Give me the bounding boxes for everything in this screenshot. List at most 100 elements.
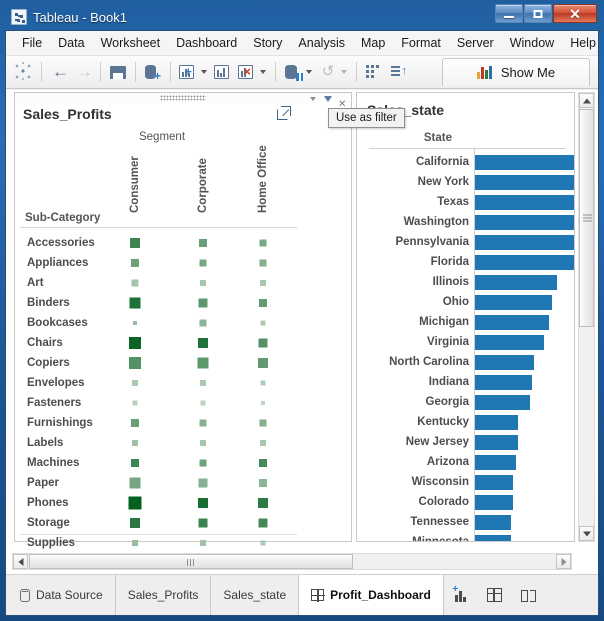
clear-sheet-icon[interactable]: × [235,60,259,84]
show-me-button[interactable]: Show Me [442,58,590,86]
heatmap-mark[interactable] [260,280,266,286]
sort-ascending-icon[interactable]: ↑ [386,60,410,84]
bar-mark[interactable] [475,335,544,350]
bar-mark[interactable] [475,155,575,170]
bar-mark[interactable] [475,295,552,310]
heatmap-mark[interactable] [129,497,142,510]
heatmap-mark[interactable] [260,420,267,427]
new-story-button[interactable] [512,575,546,615]
tab-data-source[interactable]: Data Source [6,575,116,615]
menu-server[interactable]: Server [449,33,502,53]
heatmap-mark[interactable] [259,339,268,348]
heatmap-mark[interactable] [133,401,138,406]
heatmap-mark[interactable] [130,238,140,248]
vertical-scrollbar-thumb[interactable] [579,109,594,327]
pause-updates-icon[interactable] [281,60,305,84]
bar-mark[interactable] [475,355,534,370]
heatmap-mark[interactable] [132,380,138,386]
horizontal-scrollbar[interactable] [12,553,572,570]
bar-mark[interactable] [475,455,516,470]
bar-mark[interactable] [475,315,549,330]
heatmap-mark[interactable] [261,541,266,546]
new-worksheet-icon[interactable]: + [176,60,200,84]
heatmap-mark[interactable] [261,321,266,326]
bar-mark[interactable] [475,195,575,210]
heatmap-mark[interactable] [131,259,139,267]
vertical-scrollbar[interactable] [578,92,595,542]
menu-format[interactable]: Format [393,33,449,53]
bar-mark[interactable] [475,515,511,530]
bar-mark[interactable] [475,215,575,230]
menu-window[interactable]: Window [502,33,562,53]
heatmap-mark[interactable] [131,419,139,427]
new-data-source-icon[interactable]: + [141,60,165,84]
heatmap-mark[interactable] [132,440,138,446]
heatmap-mark[interactable] [198,338,208,348]
heatmap-mark[interactable] [130,478,141,489]
bar-mark[interactable] [475,435,518,450]
bar-mark[interactable] [475,495,513,510]
heatmap-mark[interactable] [131,459,139,467]
menu-worksheet[interactable]: Worksheet [93,33,169,53]
heatmap-mark[interactable] [130,298,141,309]
heatmap-mark[interactable] [198,498,208,508]
clear-sheet-dropdown-icon[interactable] [260,70,266,74]
close-icon[interactable]: ✕ [338,94,349,104]
menu-story[interactable]: Story [245,33,290,53]
scroll-down-arrow[interactable] [579,526,594,541]
new-worksheet-button[interactable]: + [444,575,478,615]
heatmap-mark[interactable] [201,401,206,406]
heatmap-mark[interactable] [200,380,206,386]
bar-mark[interactable] [475,175,575,190]
menu-analysis[interactable]: Analysis [290,33,353,53]
swap-rows-columns-icon[interactable] [362,60,386,84]
heatmap-mark[interactable] [200,540,206,546]
heatmap-mark[interactable] [200,260,207,267]
tab-sales-profits[interactable]: Sales_Profits [116,575,212,615]
heatmap-mark[interactable] [200,440,206,446]
scroll-left-arrow[interactable] [13,554,28,569]
tab-profit-dashboard[interactable]: Profit_Dashboard [299,575,444,615]
menu-map[interactable]: Map [353,33,393,53]
chevron-down-icon[interactable] [308,94,319,104]
back-arrow-icon[interactable]: ← [47,60,71,84]
heatmap-mark[interactable] [129,337,141,349]
bar-mark[interactable] [475,395,530,410]
maximize-button[interactable] [524,4,552,23]
heatmap-mark[interactable] [258,358,268,368]
tab-sales-state[interactable]: Sales_state [211,575,299,615]
bar-mark[interactable] [475,275,557,290]
heatmap-mark[interactable] [261,381,266,386]
heatmap-mark[interactable] [132,280,139,287]
heatmap-mark[interactable] [132,540,138,546]
tableau-home-icon[interactable] [12,60,36,84]
menu-dashboard[interactable]: Dashboard [168,33,245,53]
worksheet-panel-sales-profits[interactable]: ✕ Sales_Profits Segment Consumer Corpora… [14,92,352,542]
minimize-button[interactable] [495,4,523,23]
bar-mark[interactable] [475,255,575,270]
heatmap-mark[interactable] [259,519,268,528]
bar-mark[interactable] [475,535,511,542]
scroll-up-arrow[interactable] [579,93,594,108]
heatmap-mark[interactable] [260,240,267,247]
heatmap-mark[interactable] [259,479,267,487]
heatmap-mark[interactable] [198,358,209,369]
bar-mark[interactable] [475,375,532,390]
bar-mark[interactable] [475,475,513,490]
heatmap-mark[interactable] [259,459,267,467]
pause-updates-dropdown-icon[interactable] [306,70,312,74]
menu-help[interactable]: Help [562,33,599,53]
bar-mark[interactable] [475,415,518,430]
heatmap-mark[interactable] [133,321,137,325]
heatmap-mark[interactable] [199,479,208,488]
heatmap-mark[interactable] [259,299,267,307]
heatmap-mark[interactable] [258,498,268,508]
worksheet-panel-sales-state[interactable]: Sales_state State CaliforniaNew YorkTexa… [356,92,575,542]
popout-icon[interactable] [277,109,288,120]
bar-mark[interactable] [475,235,575,250]
horizontal-scrollbar-thumb[interactable] [29,554,353,569]
heatmap-mark[interactable] [260,260,267,267]
save-icon[interactable] [106,60,130,84]
heatmap-mark[interactable] [129,357,141,369]
heatmap-mark[interactable] [200,420,207,427]
